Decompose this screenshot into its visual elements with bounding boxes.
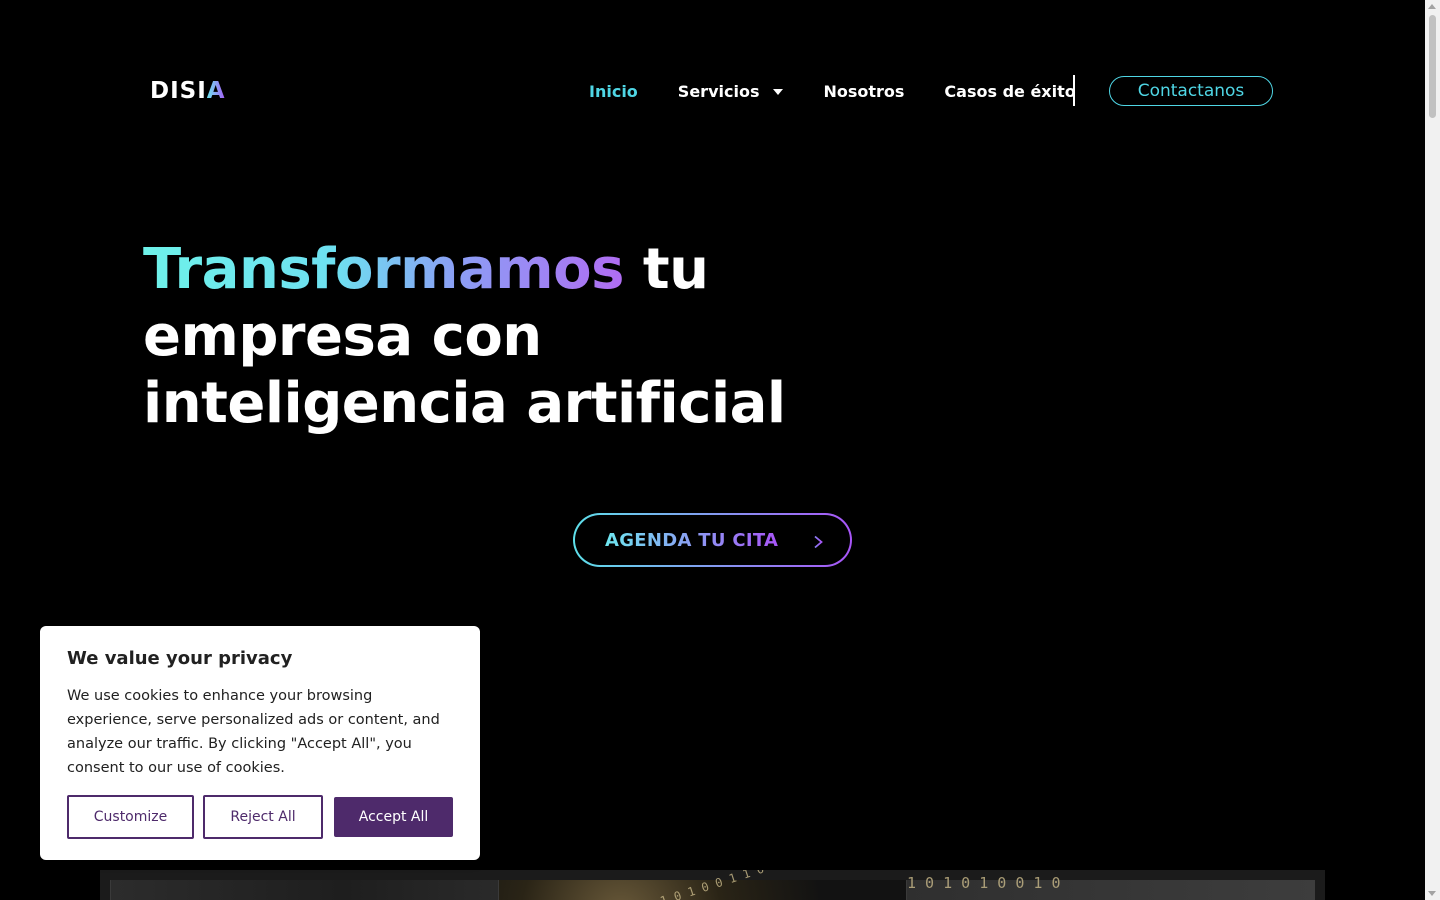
site-header: DISIA Inicio Servicios Nosotros Casos de…: [0, 0, 1425, 180]
nav-item-nosotros[interactable]: Nosotros: [823, 82, 904, 101]
hero-title-line-2: empresa con: [143, 304, 542, 369]
arrow-right-icon: [795, 535, 824, 549]
hero-title-part-1: tu: [623, 237, 709, 302]
cta-label: AGENDA TU CITA: [605, 529, 779, 551]
nav-item-casos-de-exito[interactable]: Casos de éxito: [944, 82, 1075, 101]
scroll-down-icon[interactable]: [1428, 891, 1436, 896]
schedule-appointment-button[interactable]: AGENDA TU CITA: [573, 513, 852, 567]
logo-text: DISI: [150, 78, 207, 104]
media-panel: [110, 880, 498, 900]
reject-all-button[interactable]: Reject All: [203, 795, 323, 839]
hero-media-strip: 0 1 1 0 1 0 0 1 1 0 1 0 1 0 1 0 1 0 0 1 …: [100, 870, 1325, 900]
hero-title: Transformamos tu empresa con inteligencia …: [143, 236, 843, 437]
cookie-banner-title: We value your privacy: [67, 648, 293, 669]
main-nav: Inicio Servicios Nosotros Casos de éxito: [589, 79, 1076, 103]
nav-item-inicio[interactable]: Inicio: [589, 82, 638, 101]
cookie-consent-banner: We value your privacy We use cookies to …: [40, 626, 480, 860]
caret-down-icon: [773, 89, 784, 95]
cookie-banner-text: We use cookies to enhance your browsing …: [67, 688, 440, 776]
nav-divider: [1073, 75, 1075, 106]
nav-item-servicios[interactable]: Servicios: [678, 82, 784, 101]
media-panel: 0 1 1 0 1 0 0 1 1 0 1 0: [498, 870, 906, 900]
customize-button[interactable]: Customize: [67, 795, 194, 839]
media-panel: 1 0 1 0 1 0 0 1 0: [906, 874, 1315, 900]
nav-item-servicios-label: Servicios: [677, 81, 760, 101]
scroll-up-icon[interactable]: [1428, 4, 1436, 9]
binary-digits: 0 1 1 0 1 0 0 1 1 0 1 0: [631, 870, 793, 900]
binary-digits: 1 0 1 0 1 0 0 1 0: [907, 874, 1061, 892]
logo-accent: A: [206, 78, 226, 104]
hero-title-line-3: inteligencia artificial: [143, 371, 786, 436]
contact-button[interactable]: Contactanos: [1109, 76, 1273, 106]
cta-inner: AGENDA TU CITA: [575, 515, 850, 565]
hero-title-highlight: Transformamos: [143, 237, 624, 302]
cookie-buttons: Customize Reject All Accept All: [67, 795, 453, 839]
scroll-thumb[interactable]: [1429, 15, 1436, 118]
logo[interactable]: DISIA: [150, 78, 226, 104]
accept-all-button[interactable]: Accept All: [334, 797, 453, 837]
scrollbar[interactable]: [1425, 0, 1440, 900]
